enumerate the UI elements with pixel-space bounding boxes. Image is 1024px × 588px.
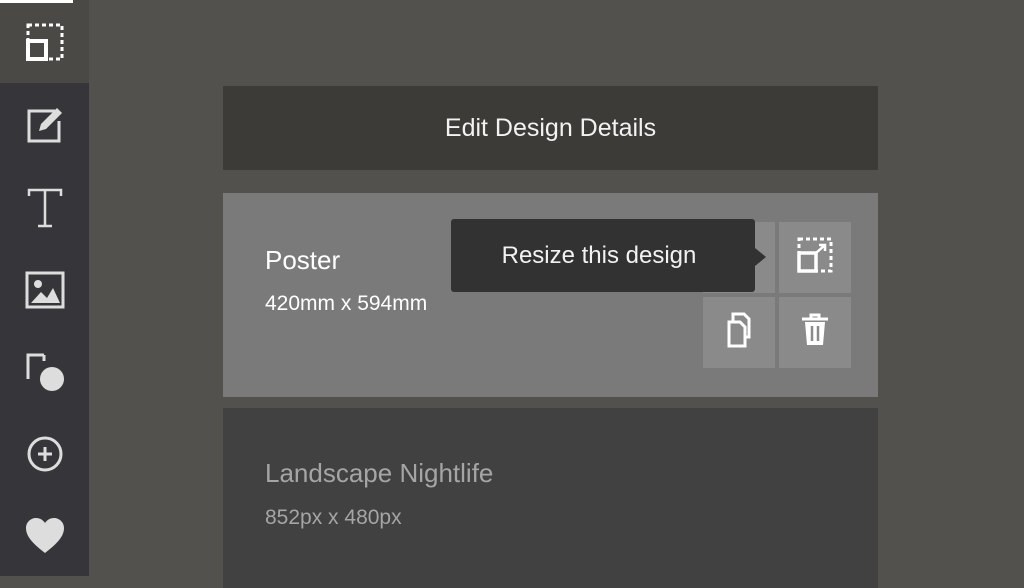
sidebar-item-shapes[interactable] <box>0 330 89 413</box>
design-card-landscape-nightlife[interactable]: Landscape Nightlife 852px x 480px <box>223 408 878 588</box>
resize-icon <box>25 22 65 62</box>
duplicate-icon <box>720 311 758 354</box>
sidebar-item-image[interactable] <box>0 248 89 331</box>
heart-icon <box>24 517 66 555</box>
design-title: Poster <box>265 245 341 275</box>
design-title: Landscape Nightlife <box>265 458 494 488</box>
edit-pencil-icon <box>25 105 65 145</box>
plus-circle-icon <box>25 434 65 474</box>
sidebar-item-add[interactable] <box>0 412 89 495</box>
duplicate-button[interactable] <box>703 297 775 368</box>
resize-tooltip: Resize this design <box>451 219 755 292</box>
tooltip-arrow <box>755 248 766 266</box>
resize-icon <box>797 237 833 278</box>
sidebar-item-edit[interactable] <box>0 83 89 166</box>
sidebar-item-favorites[interactable] <box>0 494 89 577</box>
text-icon <box>25 186 65 230</box>
page-title: Edit Design Details <box>223 86 878 170</box>
delete-button[interactable] <box>779 297 851 368</box>
resize-design-button[interactable] <box>779 222 851 293</box>
trash-icon <box>800 313 830 352</box>
shapes-icon <box>24 351 66 393</box>
active-indicator <box>0 0 73 3</box>
tooltip-text: Resize this design <box>501 241 697 269</box>
image-icon <box>25 270 65 310</box>
design-size: 852px x 480px <box>265 506 402 529</box>
sidebar <box>0 0 89 576</box>
design-size: 420mm x 594mm <box>265 292 428 315</box>
sidebar-item-resize[interactable] <box>0 0 89 83</box>
sidebar-item-text[interactable] <box>0 166 89 249</box>
